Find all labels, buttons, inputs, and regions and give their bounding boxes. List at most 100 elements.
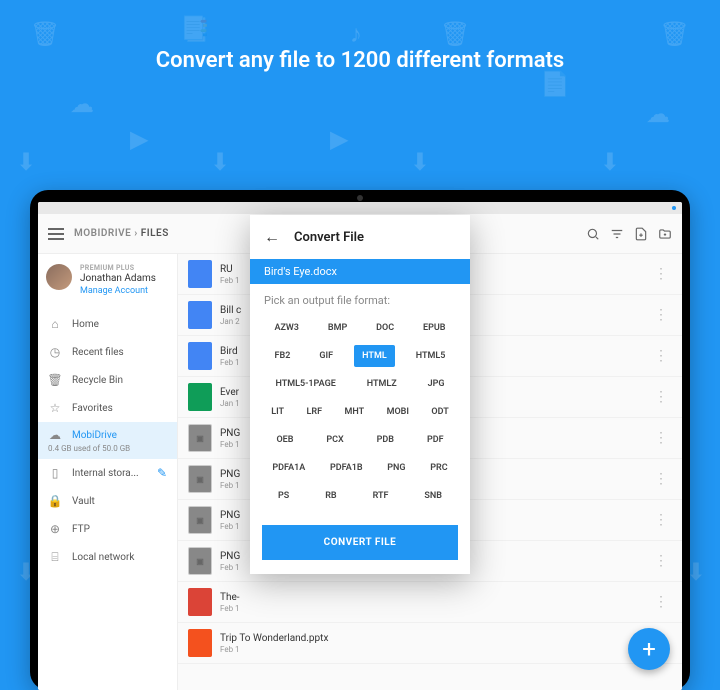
format-option[interactable]: MHT: [336, 401, 372, 423]
globe-icon: ⊕: [48, 522, 62, 536]
nav-vault[interactable]: 🔒Vault: [38, 487, 177, 515]
lock-icon: 🔒: [48, 494, 62, 508]
file-type-icon: ▣: [188, 424, 212, 452]
nav-ftp[interactable]: ⊕FTP: [38, 515, 177, 543]
avatar: [46, 264, 72, 290]
tablet-frame: MOBIDRIVE › FILES: [30, 190, 690, 690]
sort-icon[interactable]: [610, 227, 624, 241]
file-date: Feb 1: [220, 645, 642, 654]
breadcrumb[interactable]: MOBIDRIVE › FILES: [74, 228, 169, 239]
more-icon[interactable]: ⋮: [650, 307, 672, 323]
format-option[interactable]: PRC: [422, 457, 455, 479]
more-icon[interactable]: ⋮: [650, 348, 672, 364]
format-option[interactable]: LRF: [299, 401, 331, 423]
add-folder-icon[interactable]: [658, 227, 672, 241]
file-name: The-: [220, 592, 642, 603]
nav-list: ⌂Home ◷Recent files 🗑Recycle Bin ☆Favori…: [38, 306, 177, 571]
account-block[interactable]: PREMIUM PLUS Jonathan Adams Manage Accou…: [38, 254, 177, 306]
nav-mobidrive[interactable]: ☁MobiDrive 0.4 GB used of 50.0 GB: [38, 422, 177, 459]
account-name: Jonathan Adams: [80, 273, 169, 284]
dialog-filename: Bird's Eye.docx: [250, 259, 470, 284]
nav-favorites[interactable]: ☆Favorites: [38, 394, 177, 422]
phone-icon: ▯: [48, 466, 62, 480]
cloud-icon: ☁: [48, 428, 62, 442]
file-type-icon: [188, 588, 212, 616]
more-icon[interactable]: ⋮: [650, 512, 672, 528]
format-option[interactable]: DOC: [368, 317, 402, 339]
format-option[interactable]: OEB: [268, 429, 301, 451]
format-option[interactable]: JPG: [420, 373, 453, 395]
fab-add-button[interactable]: +: [628, 628, 670, 670]
marketing-headline: Convert any file to 1200 different forma…: [0, 0, 720, 73]
format-option[interactable]: PDFA1A: [264, 457, 313, 479]
tablet-camera: [357, 195, 363, 201]
home-icon: ⌂: [48, 317, 62, 331]
file-name: Trip To Wonderland.pptx: [220, 633, 642, 644]
file-type-icon: [188, 260, 212, 288]
file-type-icon: ▣: [188, 465, 212, 493]
nav-recent[interactable]: ◷Recent files: [38, 338, 177, 366]
sidebar: PREMIUM PLUS Jonathan Adams Manage Accou…: [38, 254, 178, 690]
format-option[interactable]: HTMLZ: [359, 373, 405, 395]
dialog-prompt: Pick an output file format:: [250, 284, 470, 317]
manage-account-link[interactable]: Manage Account: [80, 286, 169, 296]
more-icon[interactable]: ⋮: [650, 471, 672, 487]
format-grid: AZW3 BMP DOC EPUB FB2 GIF HTML HTML5 HTML5-1PAGE…: [250, 317, 470, 515]
file-type-icon: [188, 629, 212, 657]
screen: MOBIDRIVE › FILES: [38, 202, 682, 690]
format-option[interactable]: FB2: [267, 345, 299, 367]
trash-icon: 🗑: [48, 373, 62, 387]
account-plan: PREMIUM PLUS: [80, 264, 169, 272]
add-file-icon[interactable]: [634, 227, 648, 241]
convert-button[interactable]: CONVERT FILE: [262, 525, 458, 560]
more-icon[interactable]: ⋮: [650, 389, 672, 405]
file-date: Feb 1: [220, 604, 642, 613]
breadcrumb-current: FILES: [141, 228, 169, 239]
status-bar: [38, 202, 682, 214]
format-option[interactable]: ODT: [423, 401, 456, 423]
nav-local[interactable]: ⌸Local network: [38, 543, 177, 571]
nav-internal[interactable]: ▯Internal stora...✎: [38, 459, 177, 487]
dialog-title: Convert File: [294, 230, 364, 245]
star-icon: ☆: [48, 401, 62, 415]
format-option[interactable]: EPUB: [415, 317, 453, 339]
format-option[interactable]: RB: [317, 485, 344, 507]
file-row[interactable]: Trip To Wonderland.pptxFeb 1 ⋮: [178, 623, 682, 664]
format-option[interactable]: BMP: [320, 317, 355, 339]
format-option[interactable]: GIF: [311, 345, 341, 367]
file-type-icon: ▣: [188, 547, 212, 575]
file-type-icon: [188, 383, 212, 411]
more-icon[interactable]: ⋮: [650, 594, 672, 610]
more-icon[interactable]: ⋮: [650, 266, 672, 282]
back-icon[interactable]: ←: [264, 227, 280, 247]
file-type-icon: ▣: [188, 506, 212, 534]
format-option[interactable]: RTF: [365, 485, 397, 507]
more-icon[interactable]: ⋮: [650, 430, 672, 446]
format-option[interactable]: PDF: [419, 429, 452, 451]
file-row[interactable]: The-Feb 1 ⋮: [178, 582, 682, 623]
nav-recycle[interactable]: 🗑Recycle Bin: [38, 366, 177, 394]
storage-usage: 0.4 GB used of 50.0 GB: [48, 444, 130, 453]
format-option[interactable]: PS: [270, 485, 297, 507]
format-option[interactable]: HTML5: [408, 345, 454, 367]
format-option[interactable]: AZW3: [266, 317, 307, 339]
format-option[interactable]: PCX: [318, 429, 351, 451]
search-icon[interactable]: [586, 227, 600, 241]
dialog-header: ← Convert File: [250, 215, 470, 259]
convert-dialog: ← Convert File Bird's Eye.docx Pick an o…: [250, 215, 470, 574]
format-option[interactable]: HTML: [354, 345, 395, 367]
clean-icon[interactable]: ✎: [157, 466, 167, 480]
format-option[interactable]: PDFA1B: [322, 457, 371, 479]
more-icon[interactable]: ⋮: [650, 553, 672, 569]
clock-icon: ◷: [48, 345, 62, 359]
menu-icon[interactable]: [48, 228, 64, 240]
nav-home[interactable]: ⌂Home: [38, 310, 177, 338]
format-option[interactable]: SNB: [416, 485, 450, 507]
format-option[interactable]: PDB: [369, 429, 402, 451]
format-option[interactable]: PNG: [379, 457, 413, 479]
format-option[interactable]: MOBI: [379, 401, 417, 423]
format-option[interactable]: HTML5-1PAGE: [267, 373, 343, 395]
format-option[interactable]: LIT: [263, 401, 292, 423]
file-type-icon: [188, 342, 212, 370]
breadcrumb-root: MOBIDRIVE: [74, 228, 131, 239]
